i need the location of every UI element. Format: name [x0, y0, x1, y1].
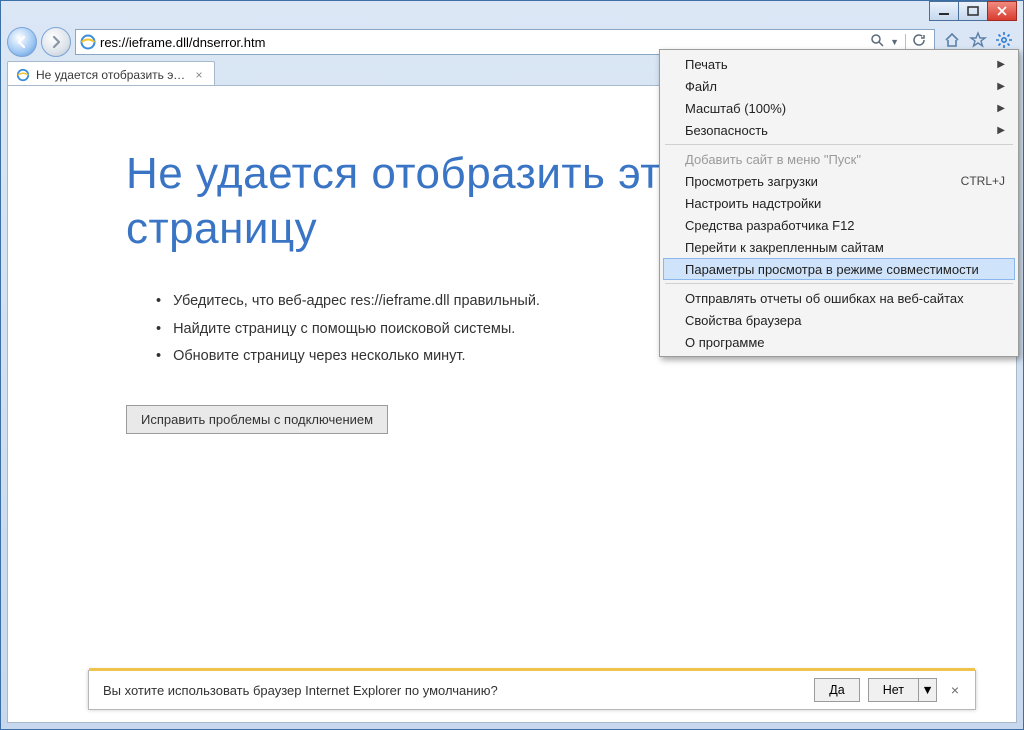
notification-yes-button[interactable]: Да [814, 678, 859, 702]
default-browser-notification: Вы хотите использовать браузер Internet … [88, 670, 976, 710]
menu-item-label: Перейти к закрепленным сайтам [685, 240, 884, 255]
menu-item-label: Параметры просмотра в режиме совместимос… [685, 262, 979, 277]
menu-item[interactable]: Настроить надстройки [663, 192, 1015, 214]
dropdown-icon[interactable]: ▼ [890, 37, 899, 47]
window-controls [930, 1, 1017, 21]
notification-text: Вы хотите использовать браузер Internet … [99, 683, 806, 698]
tab-close-icon[interactable]: × [192, 68, 206, 82]
menu-item-label: Средства разработчика F12 [685, 218, 855, 233]
menu-item[interactable]: О программе [663, 331, 1015, 353]
browser-tab[interactable]: Не удается отобразить эту... × [7, 61, 215, 87]
notification-stripe [89, 668, 975, 671]
separator [905, 34, 906, 50]
ie-favicon-icon [16, 68, 30, 82]
forward-button[interactable] [41, 27, 71, 57]
menu-item-label: Масштаб (100%) [685, 101, 786, 116]
minimize-button[interactable] [929, 1, 959, 21]
submenu-arrow-icon: ▶ [997, 103, 1005, 114]
notification-close-icon[interactable]: × [945, 682, 965, 698]
submenu-arrow-icon: ▶ [997, 125, 1005, 136]
menu-separator [665, 144, 1013, 145]
menu-item[interactable]: Файл ▶ [663, 75, 1015, 97]
menu-item-label: Свойства браузера [685, 313, 801, 328]
maximize-button[interactable] [958, 1, 988, 21]
menu-separator [665, 283, 1013, 284]
menu-item-label: Файл [685, 79, 717, 94]
back-button[interactable] [7, 27, 37, 57]
menu-item: Добавить сайт в меню "Пуск" [663, 148, 1015, 170]
submenu-arrow-icon: ▶ [997, 59, 1005, 70]
ie-favicon-icon [80, 34, 96, 50]
submenu-arrow-icon: ▶ [997, 81, 1005, 92]
menu-item[interactable]: Печать ▶ [663, 53, 1015, 75]
menu-item[interactable]: Отправлять отчеты об ошибках на веб-сайт… [663, 287, 1015, 309]
tools-menu: Печать ▶ Файл ▶ Масштаб (100%) ▶ Безопасность ▶… [659, 49, 1019, 357]
notification-no-dropdown[interactable]: ▼ [919, 678, 937, 702]
menu-item-label: Просмотреть загрузки [685, 174, 818, 189]
menu-item[interactable]: Параметры просмотра в режиме совместимос… [663, 258, 1015, 280]
menu-item[interactable]: Масштаб (100%) ▶ [663, 97, 1015, 119]
browser-window: ▼ Не удается отобразить эту... × Не удае… [0, 0, 1024, 730]
menu-shortcut: CTRL+J [961, 174, 1005, 188]
menu-item-label: О программе [685, 335, 765, 350]
url-input[interactable] [100, 35, 862, 50]
menu-item-label: Печать [685, 57, 728, 72]
menu-item-label: Добавить сайт в меню "Пуск" [685, 152, 861, 167]
menu-item[interactable]: Свойства браузера [663, 309, 1015, 331]
fix-connection-button[interactable]: Исправить проблемы с подключением [126, 405, 388, 434]
tab-title: Не удается отобразить эту... [36, 68, 186, 82]
menu-item[interactable]: Просмотреть загрузки CTRL+J [663, 170, 1015, 192]
menu-item[interactable]: Средства разработчика F12 [663, 214, 1015, 236]
menu-item-label: Настроить надстройки [685, 196, 821, 211]
notification-no-button[interactable]: Нет [868, 678, 919, 702]
close-button[interactable] [987, 1, 1017, 21]
menu-item-label: Отправлять отчеты об ошибках на веб-сайт… [685, 291, 964, 306]
menu-item-label: Безопасность [685, 123, 768, 138]
notification-no-split: Нет ▼ [868, 678, 937, 702]
menu-item[interactable]: Безопасность ▶ [663, 119, 1015, 141]
menu-item[interactable]: Перейти к закрепленным сайтам [663, 236, 1015, 258]
